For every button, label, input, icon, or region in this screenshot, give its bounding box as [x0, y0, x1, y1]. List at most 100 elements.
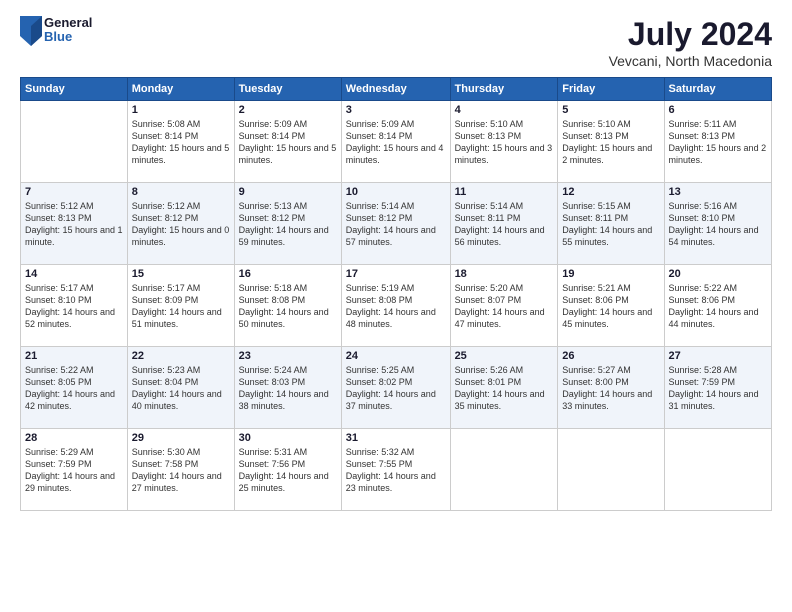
table-row: 27 Sunrise: 5:28 AMSunset: 7:59 PMDaylig… [664, 347, 771, 429]
cell-sunrise: Sunrise: 5:22 AMSunset: 8:05 PMDaylight:… [25, 365, 115, 411]
day-number: 18 [455, 268, 554, 280]
cell-sunrise: Sunrise: 5:15 AMSunset: 8:11 PMDaylight:… [562, 201, 652, 247]
col-wednesday: Wednesday [341, 78, 450, 101]
cell-sunrise: Sunrise: 5:12 AMSunset: 8:12 PMDaylight:… [132, 201, 230, 247]
day-number: 10 [346, 186, 446, 198]
header: General Blue July 2024 Vevcani, North Ma… [20, 16, 772, 69]
day-number: 21 [25, 350, 123, 362]
table-row: 16 Sunrise: 5:18 AMSunset: 8:08 PMDaylig… [234, 265, 341, 347]
table-row [450, 429, 558, 511]
cell-sunrise: Sunrise: 5:31 AMSunset: 7:56 PMDaylight:… [239, 447, 329, 493]
day-number: 26 [562, 350, 659, 362]
cell-sunrise: Sunrise: 5:21 AMSunset: 8:06 PMDaylight:… [562, 283, 652, 329]
table-row: 3 Sunrise: 5:09 AMSunset: 8:14 PMDayligh… [341, 101, 450, 183]
table-row: 13 Sunrise: 5:16 AMSunset: 8:10 PMDaylig… [664, 183, 771, 265]
title-block: July 2024 Vevcani, North Macedonia [609, 16, 772, 69]
day-number: 16 [239, 268, 337, 280]
logo-text: General Blue [44, 16, 92, 45]
table-row: 29 Sunrise: 5:30 AMSunset: 7:58 PMDaylig… [127, 429, 234, 511]
header-row: Sunday Monday Tuesday Wednesday Thursday… [21, 78, 772, 101]
cell-sunrise: Sunrise: 5:29 AMSunset: 7:59 PMDaylight:… [25, 447, 115, 493]
day-number: 5 [562, 104, 659, 116]
table-row: 26 Sunrise: 5:27 AMSunset: 8:00 PMDaylig… [558, 347, 664, 429]
day-number: 20 [669, 268, 767, 280]
day-number: 23 [239, 350, 337, 362]
table-row: 11 Sunrise: 5:14 AMSunset: 8:11 PMDaylig… [450, 183, 558, 265]
col-monday: Monday [127, 78, 234, 101]
day-number: 25 [455, 350, 554, 362]
cell-sunrise: Sunrise: 5:14 AMSunset: 8:12 PMDaylight:… [346, 201, 436, 247]
col-friday: Friday [558, 78, 664, 101]
day-number: 7 [25, 186, 123, 198]
day-number: 31 [346, 432, 446, 444]
cell-sunrise: Sunrise: 5:09 AMSunset: 8:14 PMDaylight:… [346, 119, 444, 165]
day-number: 15 [132, 268, 230, 280]
table-row: 8 Sunrise: 5:12 AMSunset: 8:12 PMDayligh… [127, 183, 234, 265]
cell-sunrise: Sunrise: 5:16 AMSunset: 8:10 PMDaylight:… [669, 201, 759, 247]
table-row: 14 Sunrise: 5:17 AMSunset: 8:10 PMDaylig… [21, 265, 128, 347]
cell-sunrise: Sunrise: 5:13 AMSunset: 8:12 PMDaylight:… [239, 201, 329, 247]
day-number: 14 [25, 268, 123, 280]
day-number: 24 [346, 350, 446, 362]
table-row: 18 Sunrise: 5:20 AMSunset: 8:07 PMDaylig… [450, 265, 558, 347]
table-row: 15 Sunrise: 5:17 AMSunset: 8:09 PMDaylig… [127, 265, 234, 347]
day-number: 30 [239, 432, 337, 444]
day-number: 8 [132, 186, 230, 198]
table-row [664, 429, 771, 511]
col-thursday: Thursday [450, 78, 558, 101]
table-row: 21 Sunrise: 5:22 AMSunset: 8:05 PMDaylig… [21, 347, 128, 429]
table-row: 6 Sunrise: 5:11 AMSunset: 8:13 PMDayligh… [664, 101, 771, 183]
day-number: 27 [669, 350, 767, 362]
cell-sunrise: Sunrise: 5:18 AMSunset: 8:08 PMDaylight:… [239, 283, 329, 329]
day-number: 3 [346, 104, 446, 116]
month-year: July 2024 [609, 16, 772, 53]
table-row: 19 Sunrise: 5:21 AMSunset: 8:06 PMDaylig… [558, 265, 664, 347]
day-number: 19 [562, 268, 659, 280]
cell-sunrise: Sunrise: 5:10 AMSunset: 8:13 PMDaylight:… [562, 119, 652, 165]
cell-sunrise: Sunrise: 5:12 AMSunset: 8:13 PMDaylight:… [25, 201, 123, 247]
day-number: 13 [669, 186, 767, 198]
col-tuesday: Tuesday [234, 78, 341, 101]
cell-sunrise: Sunrise: 5:20 AMSunset: 8:07 PMDaylight:… [455, 283, 545, 329]
cell-sunrise: Sunrise: 5:08 AMSunset: 8:14 PMDaylight:… [132, 119, 230, 165]
day-number: 17 [346, 268, 446, 280]
page: General Blue July 2024 Vevcani, North Ma… [0, 0, 792, 612]
calendar-table: Sunday Monday Tuesday Wednesday Thursday… [20, 77, 772, 511]
cell-sunrise: Sunrise: 5:09 AMSunset: 8:14 PMDaylight:… [239, 119, 337, 165]
day-number: 12 [562, 186, 659, 198]
table-row: 28 Sunrise: 5:29 AMSunset: 7:59 PMDaylig… [21, 429, 128, 511]
cell-sunrise: Sunrise: 5:17 AMSunset: 8:10 PMDaylight:… [25, 283, 115, 329]
cell-sunrise: Sunrise: 5:22 AMSunset: 8:06 PMDaylight:… [669, 283, 759, 329]
day-number: 4 [455, 104, 554, 116]
day-number: 28 [25, 432, 123, 444]
table-row: 22 Sunrise: 5:23 AMSunset: 8:04 PMDaylig… [127, 347, 234, 429]
day-number: 22 [132, 350, 230, 362]
location: Vevcani, North Macedonia [609, 53, 772, 69]
cell-sunrise: Sunrise: 5:32 AMSunset: 7:55 PMDaylight:… [346, 447, 436, 493]
table-row: 20 Sunrise: 5:22 AMSunset: 8:06 PMDaylig… [664, 265, 771, 347]
cell-sunrise: Sunrise: 5:14 AMSunset: 8:11 PMDaylight:… [455, 201, 545, 247]
table-row: 31 Sunrise: 5:32 AMSunset: 7:55 PMDaylig… [341, 429, 450, 511]
day-number: 2 [239, 104, 337, 116]
day-number: 1 [132, 104, 230, 116]
table-row: 12 Sunrise: 5:15 AMSunset: 8:11 PMDaylig… [558, 183, 664, 265]
table-row [21, 101, 128, 183]
cell-sunrise: Sunrise: 5:11 AMSunset: 8:13 PMDaylight:… [669, 119, 767, 165]
table-row [558, 429, 664, 511]
cell-sunrise: Sunrise: 5:17 AMSunset: 8:09 PMDaylight:… [132, 283, 222, 329]
table-row: 4 Sunrise: 5:10 AMSunset: 8:13 PMDayligh… [450, 101, 558, 183]
cell-sunrise: Sunrise: 5:26 AMSunset: 8:01 PMDaylight:… [455, 365, 545, 411]
day-number: 29 [132, 432, 230, 444]
day-number: 9 [239, 186, 337, 198]
logo: General Blue [20, 16, 92, 45]
cell-sunrise: Sunrise: 5:25 AMSunset: 8:02 PMDaylight:… [346, 365, 436, 411]
logo-icon [20, 16, 40, 44]
cell-sunrise: Sunrise: 5:19 AMSunset: 8:08 PMDaylight:… [346, 283, 436, 329]
col-saturday: Saturday [664, 78, 771, 101]
table-row: 25 Sunrise: 5:26 AMSunset: 8:01 PMDaylig… [450, 347, 558, 429]
table-row: 5 Sunrise: 5:10 AMSunset: 8:13 PMDayligh… [558, 101, 664, 183]
day-number: 11 [455, 186, 554, 198]
table-row: 7 Sunrise: 5:12 AMSunset: 8:13 PMDayligh… [21, 183, 128, 265]
cell-sunrise: Sunrise: 5:27 AMSunset: 8:00 PMDaylight:… [562, 365, 652, 411]
cell-sunrise: Sunrise: 5:23 AMSunset: 8:04 PMDaylight:… [132, 365, 222, 411]
